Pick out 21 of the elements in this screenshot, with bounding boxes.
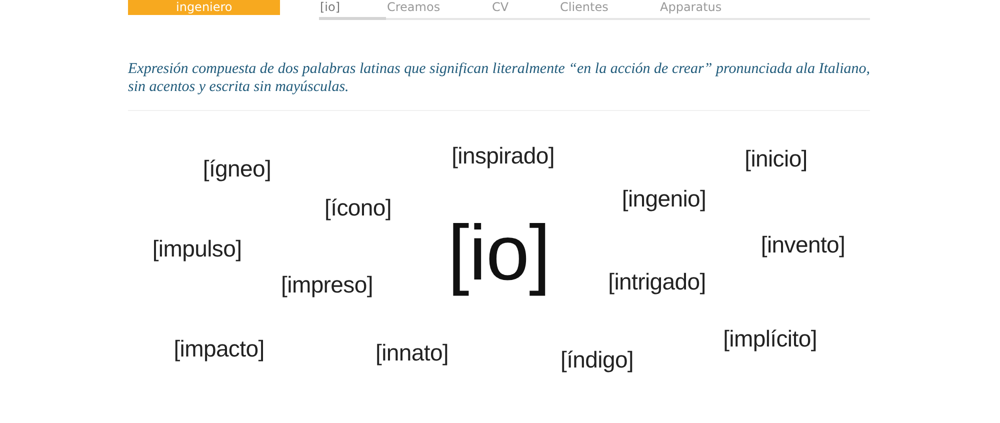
- cloud-word: [impreso]: [281, 272, 373, 298]
- logo-word: [io]: [448, 208, 550, 298]
- cloud-word: [implícito]: [723, 326, 817, 352]
- cloud-word: [ícono]: [324, 194, 392, 222]
- cloud-word: [invento]: [760, 232, 846, 258]
- cloud-word: [inicio]: [744, 146, 808, 172]
- cloud-word: [intrigado]: [608, 268, 706, 296]
- nav-tab[interactable]: CV: [491, 0, 559, 20]
- cloud-word: [ingenio]: [622, 186, 706, 212]
- cloud-word: [ígneo]: [202, 156, 272, 182]
- cloud-word: [impacto]: [174, 336, 264, 362]
- cloud-word: [índigo]: [560, 346, 634, 374]
- cloud-word: [impulso]: [152, 236, 242, 262]
- nav-tab[interactable]: Creamos: [386, 0, 491, 20]
- logo[interactable]: ingeniero: [128, 0, 280, 15]
- nav-tab[interactable]: [io]: [319, 0, 386, 20]
- cloud-word: [inspirado]: [452, 142, 554, 170]
- nav-tab[interactable]: Apparatus: [659, 0, 739, 20]
- nav-tab[interactable]: Clientes: [559, 0, 659, 20]
- description-text: Expresión compuesta de dos palabras latinas que significan literalmente “en la acción de crear” pronunciada ala Italiano, sin acentos y escrita sin mayúsculas.: [128, 60, 870, 111]
- cloud-word: [innato]: [375, 340, 449, 366]
